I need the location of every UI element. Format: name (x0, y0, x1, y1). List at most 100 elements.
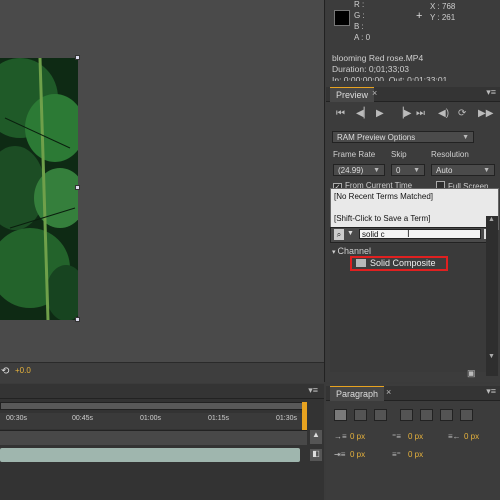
first-line-indent-icon: ⇥≡ (334, 450, 346, 459)
time-tick: 01:30s (276, 415, 298, 422)
time-tick: 01:15s (208, 415, 230, 422)
panel-menu-icon[interactable]: ▾≡ (486, 87, 496, 98)
comp-button-icon[interactable]: ◧ (310, 449, 322, 461)
time-tick: 00:45s (72, 415, 94, 422)
panel-menu-icon[interactable]: ▾≡ (308, 385, 318, 396)
exposure-reset-icon[interactable]: ⟲ (1, 366, 9, 377)
rose-leaves-image (0, 58, 78, 320)
effect-icon (356, 259, 366, 267)
tab-paragraph[interactable]: Paragraph (330, 386, 385, 401)
previous-frame-icon[interactable]: ◀▏ (356, 108, 371, 119)
frame-rate-label: Frame Rate (333, 150, 376, 159)
space-before-value[interactable]: 0 px (408, 432, 423, 441)
resolution-value: Auto (436, 166, 453, 175)
play-icon[interactable]: ▶ (376, 108, 384, 119)
space-after-value[interactable]: 0 px (408, 450, 423, 459)
time-ruler[interactable]: 00:30s 00:45s 01:00s 01:15s 01:30s (0, 413, 307, 429)
audio-icon[interactable]: ◀) (438, 108, 449, 119)
next-frame-icon[interactable]: ▕▶ (396, 108, 411, 119)
info-channels: R : G : B : A : 0 (354, 0, 370, 43)
chevron-down-icon: ▼ (462, 134, 469, 141)
work-area-bar[interactable] (0, 402, 307, 410)
new-folder-icon[interactable]: ▣ (467, 368, 476, 379)
recent-terms-dropdown: [No Recent Terms Matched] [Shift-Click t… (330, 188, 499, 230)
category-channel[interactable]: ▾ Channel (332, 246, 371, 256)
effects-search-bar: ⌕ ▼ solid c × (330, 227, 498, 243)
blue-channel: B : (354, 22, 364, 31)
alpha-channel: A : 0 (354, 33, 371, 42)
indent-right-value[interactable]: 0 px (464, 432, 479, 441)
skip-label: Skip (391, 150, 407, 159)
chevron-down-icon: ▼ (413, 167, 420, 174)
solid-composite-effect[interactable]: Solid Composite (350, 256, 448, 271)
last-frame-icon[interactable]: ⏭ (416, 108, 425, 119)
justify-left-icon[interactable] (400, 409, 413, 421)
align-center-icon[interactable] (354, 409, 367, 421)
search-input[interactable]: solid c (359, 229, 481, 239)
panel-menu-icon[interactable]: ▾≡ (486, 386, 496, 397)
effect-label: Solid Composite (370, 258, 436, 268)
in-out-points: In: 0;00;00;00, Out: 0;01;33;01 (332, 75, 448, 81)
chevron-down-icon: ▼ (483, 167, 490, 174)
transform-handle[interactable] (75, 55, 80, 60)
effects-scrollbar[interactable]: ▲ ▼ (486, 216, 498, 376)
align-right-icon[interactable] (374, 409, 387, 421)
audio-waveform-track[interactable] (0, 448, 300, 462)
close-icon[interactable]: × (372, 88, 377, 98)
loop-icon[interactable]: ⟳ (458, 108, 466, 119)
color-swatch (334, 10, 350, 26)
align-left-icon[interactable] (334, 409, 347, 421)
search-icon[interactable]: ⌕ (334, 229, 344, 240)
zoom-out-icon[interactable]: ▲ (310, 430, 322, 444)
justify-right-icon[interactable] (440, 409, 453, 421)
layer-track[interactable] (0, 430, 307, 445)
indent-left-icon: →≡ (334, 432, 347, 441)
skip-value: 0 (396, 166, 401, 175)
crosshair-icon: + (416, 10, 423, 22)
first-line-indent-value[interactable]: 0 px (350, 450, 365, 459)
file-duration: Duration: 0;01;33;03 (332, 64, 410, 74)
viewer-toolbar: ⟲ (0, 362, 324, 383)
save-term-item[interactable]: [Shift-Click to Save a Term] (334, 214, 430, 223)
y-coordinate: Y : 261 (430, 13, 456, 22)
file-name: blooming Red rose.MP4 (332, 53, 424, 63)
preview-panel-header: Preview × ▾≡ (326, 87, 500, 102)
transform-handle[interactable] (75, 317, 80, 322)
resolution-label: Resolution (431, 150, 469, 159)
close-icon[interactable]: × (386, 387, 391, 397)
time-tick: 00:30s (6, 415, 28, 422)
file-info: blooming Red rose.MP4 Duration: 0;01;33;… (332, 53, 447, 81)
indent-right-icon: ≡← (448, 432, 461, 441)
frame-rate-dropdown[interactable]: (24.99) ▼ (333, 164, 385, 176)
scroll-up-icon[interactable]: ▲ (488, 216, 495, 223)
scroll-down-icon[interactable]: ▼ (488, 353, 495, 360)
ram-preview-icon[interactable]: ▶▶ (478, 108, 493, 119)
red-channel: R : (354, 0, 365, 9)
exposure-value[interactable]: +0.0 (15, 366, 31, 375)
playback-controls: ⏮ ◀▏ ▶ ▕▶ ⏭ ◀) ⟳ ▶▶ (336, 108, 493, 122)
paragraph-panel-header: Paragraph × ▾≡ (326, 386, 500, 401)
category-label: Channel (337, 246, 371, 256)
chevron-down-icon[interactable]: ▼ (347, 230, 354, 237)
chevron-down-icon: ▼ (373, 167, 380, 174)
ram-preview-options-label: RAM Preview Options (337, 133, 416, 142)
resolution-dropdown[interactable]: Auto ▼ (431, 164, 495, 176)
no-recent-terms-item[interactable]: [No Recent Terms Matched] (334, 192, 433, 201)
transform-handle[interactable] (75, 185, 80, 190)
footage-frame[interactable] (0, 58, 78, 320)
info-coords: X : 768 Y : 261 (430, 1, 455, 23)
text-cursor-icon: I (407, 229, 410, 240)
space-after-icon: ≡⁼ (392, 450, 401, 459)
skip-dropdown[interactable]: 0 ▼ (391, 164, 425, 176)
justify-center-icon[interactable] (420, 409, 433, 421)
ram-preview-options-dropdown[interactable]: RAM Preview Options ▼ (332, 131, 474, 143)
space-before-icon: ⁼≡ (392, 432, 401, 441)
composition-viewer[interactable] (0, 0, 325, 382)
green-channel: G : (354, 11, 365, 20)
first-frame-icon[interactable]: ⏮ (336, 108, 345, 119)
time-tick: 01:00s (140, 415, 162, 422)
justify-all-icon[interactable] (460, 409, 473, 421)
frame-rate-value: (24.99) (338, 166, 364, 175)
indent-left-value[interactable]: 0 px (350, 432, 365, 441)
tab-preview[interactable]: Preview (330, 87, 375, 102)
